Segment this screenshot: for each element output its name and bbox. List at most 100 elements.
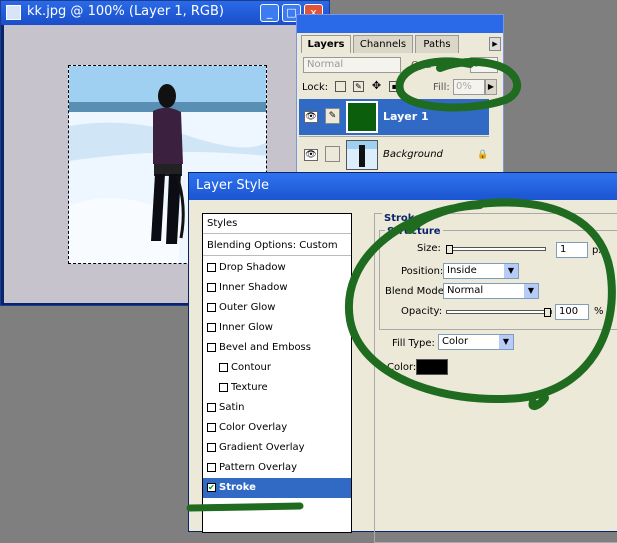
tab-channels[interactable]: Channels [353,35,413,53]
style-item-texture[interactable]: Texture [203,378,351,398]
layer-thumbnail [346,101,378,133]
style-item-pattern-overlay[interactable]: Pattern Overlay [203,458,351,478]
style-item-bevel-and-emboss[interactable]: Bevel and Emboss [203,338,351,358]
styles-list: Styles Blending Options: Custom Drop Sha… [202,213,352,533]
opacity-input[interactable]: 100 [555,304,589,320]
checkbox-icon[interactable] [207,262,216,272]
blend-mode-label: Blend Mode: [385,286,448,297]
background-thumbnail-image [347,141,377,167]
style-item-color-overlay[interactable]: Color Overlay [203,418,351,438]
checkbox-icon[interactable] [219,382,228,392]
blending-options-item[interactable]: Blending Options: Custom [203,236,351,256]
tab-paths[interactable]: Paths [415,35,459,53]
style-item-label: Bevel and Emboss [219,342,311,353]
dialog-title: Layer Style [196,178,270,193]
layers-panel: Layers Channels Paths ▶ Normal Opa 0% Lo… [296,14,504,186]
size-slider-track[interactable] [446,247,546,251]
layer-opacity-label: Opa [411,60,432,71]
lock-transparency-icon[interactable] [335,81,346,92]
checkbox-icon[interactable] [207,402,216,412]
style-item-label: Outer Glow [219,302,276,313]
lock-icon: 🔒 [477,150,489,160]
checkbox-icon[interactable] [207,322,216,332]
lock-all-icon[interactable]: ▪ [389,81,400,92]
opacity-slider-track[interactable] [446,310,552,314]
position-value: Inside [447,265,477,276]
lock-label: Lock: [302,82,329,93]
style-item-label: Inner Glow [219,322,273,333]
fill-input[interactable]: 0% [453,79,485,95]
minimize-button[interactable]: _ [260,4,279,22]
dialog-titlebar[interactable]: Layer Style [189,173,617,200]
chevron-down-icon: ▼ [504,264,518,278]
style-item-stroke[interactable]: ✔ Stroke [203,478,351,498]
lock-image-icon[interactable]: ✎ [353,81,364,92]
layer-style-dialog: Layer Style Styles Blending Options: Cus… [188,172,617,543]
fill-label: Fill: [433,82,450,93]
stroke-color-swatch[interactable] [416,359,448,375]
document-title: kk.jpg @ 100% (Layer 1, RGB) [27,4,224,19]
blend-mode-value: Normal [447,285,484,296]
panel-titlebar[interactable] [297,15,503,33]
layer-name: Layer 1 [383,110,429,123]
layer-row[interactable]: 👁 ✎ Layer 1 [299,99,489,135]
checkbox-icon[interactable] [207,302,216,312]
stroke-group-title: Stroke [382,213,423,224]
eye-icon[interactable]: 👁 [304,149,318,161]
position-label: Position: [401,266,444,277]
photoshop-document-icon [6,5,21,20]
lock-position-icon[interactable]: ✥ [371,80,382,92]
blend-mode-select[interactable]: Normal ▼ [443,283,539,299]
style-item-satin[interactable]: Satin [203,398,351,418]
fill-type-select[interactable]: Color ▼ [438,334,514,350]
style-item-inner-shadow[interactable]: Inner Shadow [203,278,351,298]
checkbox-icon[interactable] [207,442,216,452]
document-titlebar[interactable]: kk.jpg @ 100% (Layer 1, RGB) _ □ x [1,1,329,25]
color-label: Color: [387,362,417,373]
style-item-label: Contour [231,362,271,373]
style-item-label: Color Overlay [219,422,288,433]
panel-menu-arrow-icon[interactable]: ▶ [489,37,501,51]
layer-thumbnail [346,140,378,170]
style-item-inner-glow[interactable]: Inner Glow [203,318,351,338]
checkbox-icon[interactable] [207,342,216,352]
tab-layers[interactable]: Layers [301,35,351,53]
style-item-label: Texture [231,382,268,393]
link-slot-icon[interactable] [325,146,340,162]
style-item-label: Satin [219,402,245,413]
brush-icon[interactable]: ✎ [325,108,340,124]
style-item-label: Inner Shadow [219,282,288,293]
checkbox-icon[interactable] [207,282,216,292]
chevron-down-icon: ▼ [524,284,538,298]
checkbox-icon[interactable] [207,462,216,472]
size-slider-knob[interactable] [446,245,453,254]
styles-header[interactable]: Styles [203,214,351,234]
checkbox-icon[interactable] [207,422,216,432]
fill-arrow-icon[interactable]: ▶ [485,79,497,95]
fill-type-value: Color [442,336,469,347]
layer-name: Background [383,149,443,160]
size-label: Size: [417,243,441,254]
size-input[interactable]: 1 [556,242,588,258]
opacity-label: Opacity: [401,306,443,317]
position-select[interactable]: Inside ▼ [443,263,519,279]
style-item-drop-shadow[interactable]: Drop Shadow [203,258,351,278]
layer-blend-mode-select[interactable]: Normal [303,57,401,73]
opacity-unit: % [594,306,604,317]
layer-row[interactable]: 👁 Background 🔒 [299,136,489,173]
checkbox-icon[interactable]: ✔ [207,482,216,492]
eye-icon[interactable]: 👁 [304,111,318,123]
style-item-label: Gradient Overlay [219,442,305,453]
style-item-label: Drop Shadow [219,262,286,273]
style-item-outer-glow[interactable]: Outer Glow [203,298,351,318]
style-item-label: Pattern Overlay [219,462,298,473]
checkbox-icon[interactable] [219,362,228,372]
structure-group-title: Structure [385,226,443,237]
chevron-down-icon: ▼ [499,335,513,349]
layer-opacity-input[interactable]: 0% [470,57,498,73]
opacity-slider-knob[interactable] [544,308,551,317]
style-item-contour[interactable]: Contour [203,358,351,378]
size-unit: px [592,245,605,256]
style-item-gradient-overlay[interactable]: Gradient Overlay [203,438,351,458]
fill-type-label: Fill Type: [392,338,435,349]
